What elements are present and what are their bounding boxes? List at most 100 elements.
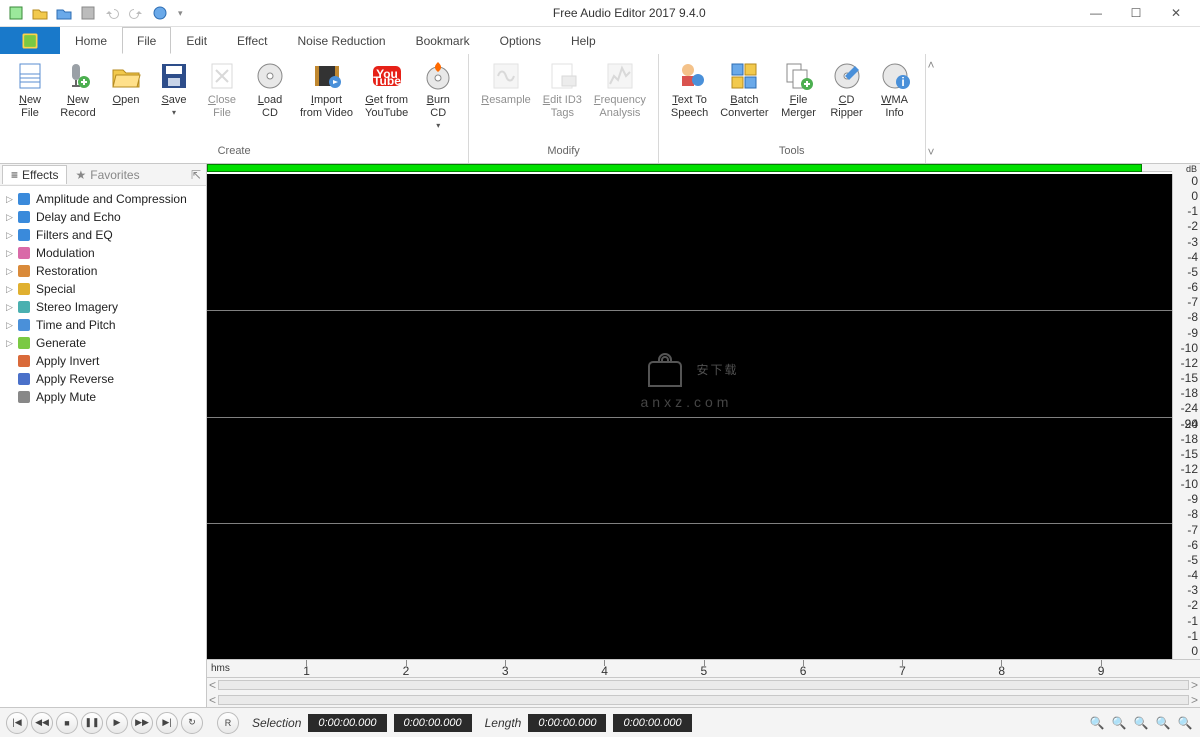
- burn-cd-icon: [422, 60, 454, 92]
- tab-effects[interactable]: ≡Effects: [2, 165, 67, 184]
- tree-item-apply-reverse[interactable]: Apply Reverse: [2, 370, 204, 388]
- db-tick: -4: [1187, 250, 1198, 264]
- ribbon-file-merger-button[interactable]: FileMerger: [775, 58, 823, 122]
- zoom-fit-icon[interactable]: 🔍: [1132, 714, 1150, 732]
- tree-item-amplitude-and-compression[interactable]: ▷Amplitude and Compression: [2, 190, 204, 208]
- expand-arrow-icon: ▷: [6, 248, 16, 259]
- ribbon-label: Get from: [365, 94, 408, 107]
- sidebar-tabs: ≡Effects ★ Favorites ⇱: [0, 164, 206, 186]
- ribbon-new-record-button[interactable]: NewRecord: [54, 58, 102, 122]
- ribbon-down-icon[interactable]: ˅: [928, 145, 944, 159]
- tree-item-filters-and-eq[interactable]: ▷Filters and EQ: [2, 226, 204, 244]
- waveform-overview[interactable]: [207, 164, 1172, 172]
- sidebar-expand-icon[interactable]: ⇱: [188, 168, 204, 182]
- get-youtube-icon: YouTube: [371, 60, 403, 92]
- db-tick: -24: [1181, 401, 1198, 415]
- ribbon-wma-info-button[interactable]: iWMAInfo: [871, 58, 919, 122]
- qat-open-icon[interactable]: [30, 3, 50, 23]
- expand-arrow-icon: ▷: [6, 320, 16, 331]
- hscroll-1[interactable]: <>: [207, 678, 1200, 693]
- zoom-out-v-icon[interactable]: 🔍: [1176, 714, 1194, 732]
- tree-item-time-and-pitch[interactable]: ▷Time and Pitch: [2, 316, 204, 334]
- qat-open2-icon[interactable]: [54, 3, 74, 23]
- expand-arrow-icon: ▷: [6, 338, 16, 349]
- expand-arrow-icon: ▷: [6, 266, 16, 277]
- transport-stop-button[interactable]: ■: [56, 712, 78, 734]
- maximize-button[interactable]: ☐: [1116, 0, 1156, 27]
- ribbon-save-button[interactable]: Save▾: [150, 58, 198, 119]
- ribbon-label: New: [19, 94, 41, 107]
- menu-tab-effect[interactable]: Effect: [222, 27, 282, 54]
- db-tick: -8: [1187, 507, 1198, 521]
- transport-record-button[interactable]: R: [217, 712, 239, 734]
- qat-redo-icon[interactable]: [126, 3, 146, 23]
- db-tick: -15: [1181, 447, 1198, 461]
- transport-loop-button[interactable]: ↻: [181, 712, 203, 734]
- ribbon-label: Batch: [730, 94, 758, 107]
- ribbon-cd-ripper-button[interactable]: CDRipper: [823, 58, 871, 122]
- ribbon-burn-cd-button[interactable]: BurnCD▾: [414, 58, 462, 132]
- menu-tab-options[interactable]: Options: [485, 27, 556, 54]
- tree-item-modulation[interactable]: ▷Modulation: [2, 244, 204, 262]
- hscroll-2[interactable]: <>: [207, 693, 1200, 708]
- tree-item-restoration[interactable]: ▷Restoration: [2, 262, 204, 280]
- star-icon: ★: [75, 168, 86, 182]
- ribbon-label: Frequency: [594, 94, 646, 107]
- transport-forward-button[interactable]: ▶▶: [131, 712, 153, 734]
- tree-item-apply-mute[interactable]: Apply Mute: [2, 388, 204, 406]
- time-unit-label: hms: [211, 663, 230, 674]
- transport-pause-button[interactable]: ❚❚: [81, 712, 103, 734]
- ribbon-load-cd-button[interactable]: LoadCD: [246, 58, 294, 122]
- menu-tab-home[interactable]: Home: [60, 27, 122, 54]
- effect-icon: [16, 371, 32, 387]
- ribbon-edit-id3-button: Edit ID3Tags: [537, 58, 588, 122]
- tab-favorites-label: Favorites: [90, 168, 139, 182]
- menu-tab-bookmark[interactable]: Bookmark: [401, 27, 485, 54]
- menu-tab-edit[interactable]: Edit: [171, 27, 222, 54]
- close-button[interactable]: ✕: [1156, 0, 1196, 27]
- waveform-canvas[interactable]: 安下载 anxz.com: [207, 174, 1172, 659]
- ribbon-label: New: [67, 94, 89, 107]
- db-tick: -24: [1181, 417, 1198, 431]
- ribbon-open-button[interactable]: Open: [102, 58, 150, 109]
- db-tick: -18: [1181, 432, 1198, 446]
- menu-tab-noise-reduction[interactable]: Noise Reduction: [283, 27, 401, 54]
- zoom-in-v-icon[interactable]: 🔍: [1154, 714, 1172, 732]
- qat-save-icon[interactable]: [78, 3, 98, 23]
- tab-favorites[interactable]: ★ Favorites: [67, 166, 147, 184]
- ribbon-new-file-button[interactable]: NewFile: [6, 58, 54, 122]
- ribbon-close-file-button: CloseFile: [198, 58, 246, 122]
- selection-start: 0:00:00.000: [308, 714, 386, 732]
- effect-icon: [16, 317, 32, 333]
- qat-undo-icon[interactable]: [102, 3, 122, 23]
- tree-item-label: Apply Mute: [36, 390, 96, 404]
- ribbon-up-icon[interactable]: ˄: [928, 58, 944, 72]
- transport-rewind-button[interactable]: ◀◀: [31, 712, 53, 734]
- time-ruler[interactable]: hms 123456789: [207, 659, 1200, 677]
- db-tick: -2: [1187, 219, 1198, 233]
- transport-begin-button[interactable]: |◀: [6, 712, 28, 734]
- tree-item-apply-invert[interactable]: Apply Invert: [2, 352, 204, 370]
- tree-item-special[interactable]: ▷Special: [2, 280, 204, 298]
- tree-item-generate[interactable]: ▷Generate: [2, 334, 204, 352]
- transport-play-button[interactable]: ▶: [106, 712, 128, 734]
- zoom-in-h-icon[interactable]: 🔍: [1088, 714, 1106, 732]
- app-menu-button[interactable]: [0, 27, 60, 54]
- tree-item-delay-and-echo[interactable]: ▷Delay and Echo: [2, 208, 204, 226]
- ribbon-batch-conv-button[interactable]: BatchConverter: [714, 58, 774, 122]
- sliders-icon: ≡: [11, 168, 18, 182]
- qat-web-icon[interactable]: [150, 3, 170, 23]
- minimize-button[interactable]: —: [1076, 0, 1116, 27]
- effect-icon: [16, 191, 32, 207]
- zoom-out-h-icon[interactable]: 🔍: [1110, 714, 1128, 732]
- batch-conv-icon: [728, 60, 760, 92]
- transport-end-button[interactable]: ▶|: [156, 712, 178, 734]
- time-tick: 9: [1098, 664, 1105, 678]
- menu-tab-file[interactable]: File: [122, 27, 171, 54]
- tree-item-stereo-imagery[interactable]: ▷Stereo Imagery: [2, 298, 204, 316]
- ribbon-get-youtube-button[interactable]: YouTubeGet fromYouTube: [359, 58, 414, 122]
- ribbon-tts-button[interactable]: Text ToSpeech: [665, 58, 714, 122]
- ribbon-import-video-button[interactable]: Importfrom Video: [294, 58, 359, 122]
- menu-tab-help[interactable]: Help: [556, 27, 611, 54]
- qat-new-icon[interactable]: [6, 3, 26, 23]
